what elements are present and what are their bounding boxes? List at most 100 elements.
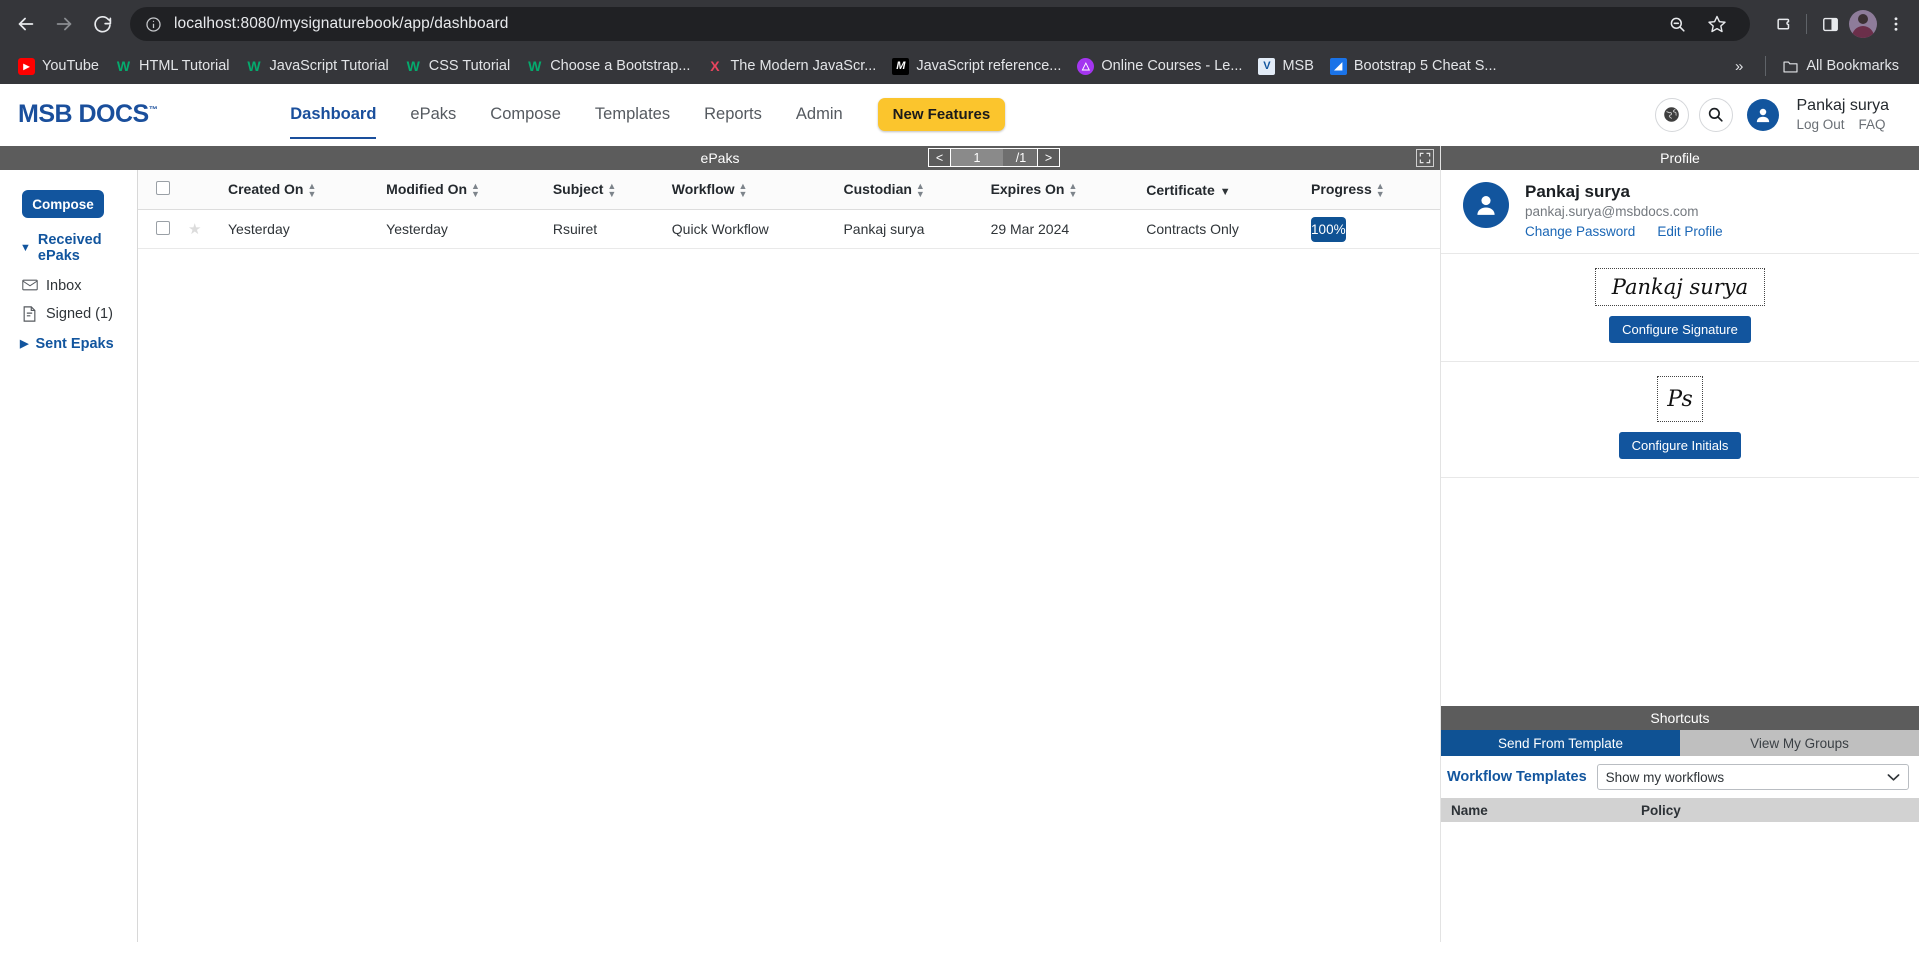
- configure-signature-button[interactable]: Configure Signature: [1609, 316, 1751, 343]
- bootstrap-cheat-icon: ◢: [1330, 58, 1347, 75]
- side-panel-icon[interactable]: [1817, 11, 1843, 37]
- chrome-profile-avatar[interactable]: [1849, 10, 1877, 38]
- address-bar[interactable]: localhost:8080/mysignaturebook/app/dashb…: [130, 7, 1750, 41]
- tab-send-from-template[interactable]: Send From Template: [1441, 730, 1680, 756]
- nav-item-templates[interactable]: Templates: [578, 99, 687, 130]
- sort-icon[interactable]: ▲▼: [1068, 182, 1077, 198]
- initials-preview-box[interactable]: Ps: [1657, 376, 1703, 422]
- tab-view-my-groups[interactable]: View My Groups: [1680, 730, 1919, 756]
- table-row[interactable]: ★ Yesterday Yesterday Rsuiret Quick Work…: [138, 210, 1440, 249]
- nav-item-epaks[interactable]: ePaks: [393, 99, 473, 130]
- bookmark-star-icon[interactable]: [1704, 11, 1730, 37]
- sidebar-item-signed[interactable]: Signed (1): [0, 300, 137, 328]
- sidebar-item-sent-epaks[interactable]: ▶ Sent Epaks: [0, 328, 137, 360]
- msb-icon: V: [1258, 58, 1275, 75]
- profile-avatar[interactable]: [1463, 182, 1509, 228]
- select-all-header: [138, 170, 182, 210]
- panel-spacer: [1441, 478, 1919, 706]
- nav-item-admin[interactable]: Admin: [779, 99, 860, 130]
- nav-item-reports[interactable]: Reports: [687, 99, 779, 130]
- sort-icon[interactable]: ▲▼: [307, 182, 316, 198]
- table-header-row: Created On▲▼ Modified On▲▼ Subject▲▼ Wor…: [138, 170, 1440, 210]
- nav-item-dashboard[interactable]: Dashboard: [273, 99, 393, 130]
- column-header-custodian[interactable]: Custodian▲▼: [837, 170, 984, 210]
- pagination-next-button[interactable]: >: [1037, 149, 1059, 166]
- cell-subject[interactable]: Rsuiret: [547, 210, 666, 249]
- epaks-table-container: Created On▲▼ Modified On▲▼ Subject▲▼ Wor…: [138, 170, 1440, 942]
- column-header-expires-on[interactable]: Expires On▲▼: [985, 170, 1141, 210]
- back-button[interactable]: [8, 6, 44, 42]
- filter-icon[interactable]: ▼: [1220, 186, 1231, 198]
- bookmarks-overflow-button[interactable]: »: [1721, 54, 1757, 79]
- bookmark-label: CSS Tutorial: [429, 58, 510, 74]
- faq-link[interactable]: FAQ: [1859, 117, 1886, 134]
- column-label: Created On: [228, 181, 303, 197]
- all-bookmarks-button[interactable]: All Bookmarks: [1774, 54, 1907, 79]
- shortcuts-column-policy: Policy: [1641, 803, 1919, 818]
- column-header-modified-on[interactable]: Modified On▲▼: [380, 170, 547, 210]
- signature-section: Pankaj surya Configure Signature: [1441, 254, 1919, 362]
- signature-preview-text: Pankaj surya: [1612, 275, 1748, 299]
- zoom-search-icon[interactable]: [1664, 11, 1690, 37]
- chrome-menu-icon[interactable]: [1883, 11, 1909, 37]
- bookmark-item[interactable]: V MSB: [1250, 54, 1321, 79]
- url-text: localhost:8080/mysignaturebook/app/dashb…: [174, 15, 1656, 33]
- sort-icon[interactable]: ▲▼: [1376, 182, 1385, 198]
- bookmark-item[interactable]: W CSS Tutorial: [397, 54, 518, 79]
- bookmark-item[interactable]: ◢ Bootstrap 5 Cheat S...: [1322, 54, 1505, 79]
- bookmark-item[interactable]: ▶ YouTube: [10, 54, 107, 79]
- new-features-button[interactable]: New Features: [878, 98, 1006, 131]
- sort-icon[interactable]: ▲▼: [471, 182, 480, 198]
- change-password-link[interactable]: Change Password: [1525, 224, 1635, 239]
- sort-icon[interactable]: ▲▼: [739, 182, 748, 198]
- configure-initials-button[interactable]: Configure Initials: [1619, 432, 1742, 459]
- bookmark-item[interactable]: W Choose a Bootstrap...: [518, 54, 698, 79]
- bookmark-item[interactable]: W JavaScript Tutorial: [238, 54, 397, 79]
- header-right-actions: Pankaj surya Log Out FAQ: [1655, 96, 1919, 134]
- edit-profile-link[interactable]: Edit Profile: [1657, 224, 1722, 239]
- epaks-title-bar: ePaks < 1 /1 >: [0, 146, 1440, 170]
- sidebar-item-received-epaks[interactable]: ▼ Received ePaks: [0, 224, 137, 272]
- user-avatar[interactable]: [1747, 99, 1779, 131]
- expand-icon[interactable]: [1416, 149, 1434, 167]
- workflow-templates-select[interactable]: Show my workflows: [1597, 764, 1909, 790]
- bookmark-item[interactable]: △ Online Courses - Le...: [1069, 54, 1250, 79]
- sort-icon[interactable]: ▲▼: [916, 182, 925, 198]
- column-header-progress[interactable]: Progress▲▼: [1305, 170, 1440, 210]
- bookmark-item[interactable]: M JavaScript reference...: [884, 54, 1069, 79]
- browser-chrome: localhost:8080/mysignaturebook/app/dashb…: [0, 0, 1919, 84]
- column-header-certificate[interactable]: Certificate▼: [1140, 170, 1305, 210]
- bookmark-item[interactable]: W HTML Tutorial: [107, 54, 238, 79]
- app-header: MSB DOCS™ Dashboard ePaks Compose Templa…: [0, 84, 1919, 146]
- udemy-icon: △: [1077, 58, 1094, 75]
- column-header-subject[interactable]: Subject▲▼: [547, 170, 666, 210]
- forward-button[interactable]: [46, 6, 82, 42]
- cell-progress: 100%: [1305, 210, 1440, 249]
- profile-links: Change Password Edit Profile: [1525, 224, 1723, 239]
- nav-item-compose[interactable]: Compose: [473, 99, 578, 130]
- column-header-workflow[interactable]: Workflow▲▼: [666, 170, 838, 210]
- sort-icon[interactable]: ▲▼: [607, 182, 616, 198]
- epaks-table: Created On▲▼ Modified On▲▼ Subject▲▼ Wor…: [138, 170, 1440, 249]
- sidebar-item-inbox[interactable]: Inbox: [0, 272, 137, 300]
- site-info-icon[interactable]: [142, 13, 164, 35]
- app-logo[interactable]: MSB DOCS™: [18, 100, 157, 129]
- pagination-total-pages: /1: [1003, 149, 1037, 166]
- column-header-created-on[interactable]: Created On▲▼: [222, 170, 380, 210]
- pagination-current-page[interactable]: 1: [951, 149, 1003, 166]
- initials-preview-text: Ps: [1667, 387, 1693, 412]
- extensions-icon[interactable]: [1770, 11, 1796, 37]
- globe-icon[interactable]: [1655, 98, 1689, 132]
- select-all-checkbox[interactable]: [156, 181, 170, 195]
- log-out-link[interactable]: Log Out: [1797, 117, 1845, 134]
- epaks-table-body: ★ Yesterday Yesterday Rsuiret Quick Work…: [138, 210, 1440, 249]
- reload-button[interactable]: [84, 6, 120, 42]
- pagination-prev-button[interactable]: <: [929, 149, 951, 166]
- compose-button[interactable]: Compose: [22, 190, 104, 218]
- signature-preview-box[interactable]: Pankaj surya: [1595, 268, 1765, 306]
- bookmark-item[interactable]: Χ The Modern JavaScr...: [698, 54, 884, 79]
- search-icon[interactable]: [1699, 98, 1733, 132]
- row-checkbox[interactable]: [156, 221, 170, 235]
- star-icon[interactable]: ★: [188, 221, 201, 238]
- epaks-table-header: Created On▲▼ Modified On▲▼ Subject▲▼ Wor…: [138, 170, 1440, 210]
